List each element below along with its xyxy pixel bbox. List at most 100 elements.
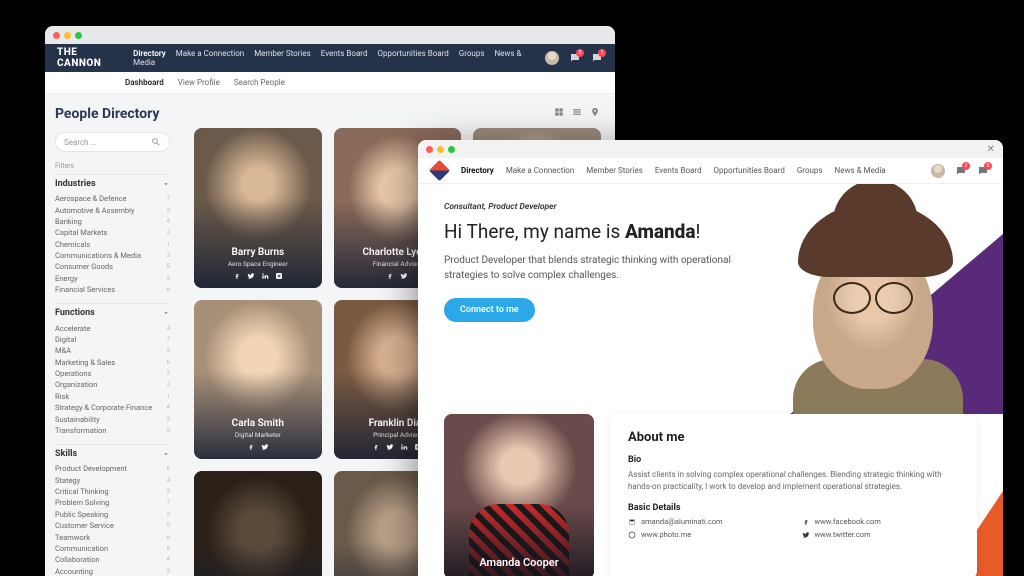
notifications-icon[interactable]: 1 <box>591 52 603 64</box>
nav-item-events-board[interactable]: Events Board <box>655 166 702 175</box>
person-card[interactable]: Carla SmithDigital Marketer <box>194 300 322 460</box>
in-icon[interactable] <box>400 443 408 451</box>
page-title: People Directory <box>55 106 170 122</box>
filter-item[interactable]: Critical Thinking3 <box>55 486 170 497</box>
f-icon[interactable] <box>372 443 380 451</box>
filter-item[interactable]: Chemicals1 <box>55 239 170 250</box>
person-card[interactable]: Barry BurnsAero Space Engineer <box>194 128 322 288</box>
filter-item[interactable]: Communication8 <box>55 543 170 554</box>
filter-item[interactable]: Organization2 <box>55 379 170 390</box>
search-placeholder: Search ... <box>64 138 151 147</box>
map-view-button[interactable] <box>589 106 601 118</box>
filter-item[interactable]: Aerospace & Defence7 <box>55 193 170 204</box>
profile-card[interactable]: Amanda Cooper <box>444 414 594 576</box>
grid-view-button[interactable] <box>553 106 565 118</box>
nav-item-member-stories[interactable]: Member Stories <box>254 49 311 58</box>
filter-item[interactable]: Accelerate4 <box>55 322 170 333</box>
detail-row[interactable]: www.facebook.com <box>802 517 960 526</box>
filter-item[interactable]: Collaboration4 <box>55 554 170 565</box>
notifications-icon[interactable]: 0 <box>977 165 989 177</box>
person-card[interactable]: Tom Taylor <box>194 471 322 576</box>
filter-item[interactable]: Problem Solving7 <box>55 497 170 508</box>
filter-item[interactable]: Product Development6 <box>55 463 170 474</box>
filter-item[interactable]: Capital Markets2 <box>55 227 170 238</box>
filter-item[interactable]: Banking4 <box>55 216 170 227</box>
fb-icon <box>802 518 810 526</box>
tw-icon <box>802 531 810 539</box>
t-icon[interactable] <box>247 272 255 280</box>
filter-group-functions[interactable]: Functions <box>55 303 170 322</box>
messages-icon[interactable]: 2 <box>955 165 967 177</box>
filter-item[interactable]: Strategy & Corporate Finance4 <box>55 402 170 413</box>
nav-item-directory[interactable]: Directory <box>133 49 166 58</box>
filter-item[interactable]: Automotive & Assembly3 <box>55 204 170 215</box>
f-icon[interactable] <box>247 443 255 451</box>
f-icon[interactable] <box>233 272 241 280</box>
t-icon[interactable] <box>386 443 394 451</box>
close-icon[interactable] <box>53 32 60 39</box>
brand-logo[interactable]: THE CANNON <box>57 47 121 69</box>
connect-button[interactable]: Connect to me <box>444 298 535 322</box>
detail-row[interactable]: amanda@aluminati.com <box>628 517 786 526</box>
filter-item[interactable]: Customer Service5 <box>55 520 170 531</box>
filter-item[interactable]: M&A2 <box>55 345 170 356</box>
primary-nav: Directory Make a Connection Member Stories… <box>418 158 1003 184</box>
close-button[interactable]: ✕ <box>987 144 995 155</box>
subnav-search-people[interactable]: Search People <box>234 78 285 87</box>
person-role: Principal Advisor <box>373 431 422 439</box>
nav-item-make-a-connection[interactable]: Make a Connection <box>506 166 574 175</box>
maximize-icon[interactable] <box>75 32 82 39</box>
filter-group-industries[interactable]: Industries <box>55 174 170 193</box>
bio-heading: Bio <box>628 455 959 465</box>
filter-item[interactable]: Risk1 <box>55 391 170 402</box>
filter-item[interactable]: Communications & Media3 <box>55 250 170 261</box>
nav-item-member-stories[interactable]: Member Stories <box>586 166 643 175</box>
filter-item[interactable]: Sustainability3 <box>55 413 170 424</box>
filter-item[interactable]: Transformation5 <box>55 425 170 436</box>
nav-item-opportunities-board[interactable]: Opportunities Board <box>714 166 785 175</box>
messages-icon[interactable]: 2 <box>569 52 581 64</box>
filter-item[interactable]: Teamwork6 <box>55 531 170 542</box>
detail-row[interactable]: www.photo.me <box>628 530 786 539</box>
brand-logo[interactable] <box>429 160 450 181</box>
filter-item[interactable]: Public Speaking2 <box>55 509 170 520</box>
nav-item-groups[interactable]: Groups <box>459 49 485 58</box>
detail-row[interactable]: www.twitter.com <box>802 530 960 539</box>
nav-item-opportunities-board[interactable]: Opportunities Board <box>377 49 448 58</box>
t-icon[interactable] <box>261 443 269 451</box>
f-icon[interactable] <box>386 272 394 280</box>
nav-item-directory[interactable]: Directory <box>461 166 494 175</box>
t-icon[interactable] <box>400 272 408 280</box>
avatar[interactable] <box>931 164 945 178</box>
search-input[interactable]: Search ... <box>55 132 170 152</box>
filter-item[interactable]: Accounting3 <box>55 566 170 576</box>
maximize-icon[interactable] <box>448 146 455 153</box>
filter-item[interactable]: Operations3 <box>55 368 170 379</box>
subnav-dashboard[interactable]: Dashboard <box>125 78 164 87</box>
filter-item[interactable]: Energy2 <box>55 273 170 284</box>
ig-icon[interactable] <box>275 272 283 280</box>
nav-item-make-a-connection[interactable]: Make a Connection <box>176 49 244 58</box>
primary-nav: THE CANNON Directory Make a Connection Mem… <box>45 44 615 72</box>
nav-item-groups[interactable]: Groups <box>797 166 823 175</box>
nav-item-news-media[interactable]: News & Media <box>835 166 886 175</box>
nav-item-events-board[interactable]: Events Board <box>321 49 368 58</box>
filter-item[interactable]: Consumer Goods5 <box>55 261 170 272</box>
filter-item[interactable]: Stategy4 <box>55 475 170 486</box>
filter-item[interactable]: Marketing & Sales6 <box>55 357 170 368</box>
in-icon[interactable] <box>261 272 269 280</box>
filter-group-skills[interactable]: Skills <box>55 444 170 463</box>
profile-hero: Consultant, Product Developer Hi There, … <box>418 184 1003 414</box>
avatar[interactable] <box>545 51 559 65</box>
list-view-button[interactable] <box>571 106 583 118</box>
filter-item[interactable]: Digital7 <box>55 334 170 345</box>
profile-summary: Product Developer that blends strategic … <box>444 253 734 283</box>
minimize-icon[interactable] <box>64 32 71 39</box>
filter-sidebar: People Directory Search ... Filters Indu… <box>45 94 180 576</box>
details-heading: Basic Details <box>628 503 959 513</box>
profile-photo <box>773 184 983 414</box>
minimize-icon[interactable] <box>437 146 444 153</box>
filter-item[interactable]: Financial Services6 <box>55 284 170 295</box>
close-icon[interactable] <box>426 146 433 153</box>
subnav-view-profile[interactable]: View Profile <box>178 78 220 87</box>
